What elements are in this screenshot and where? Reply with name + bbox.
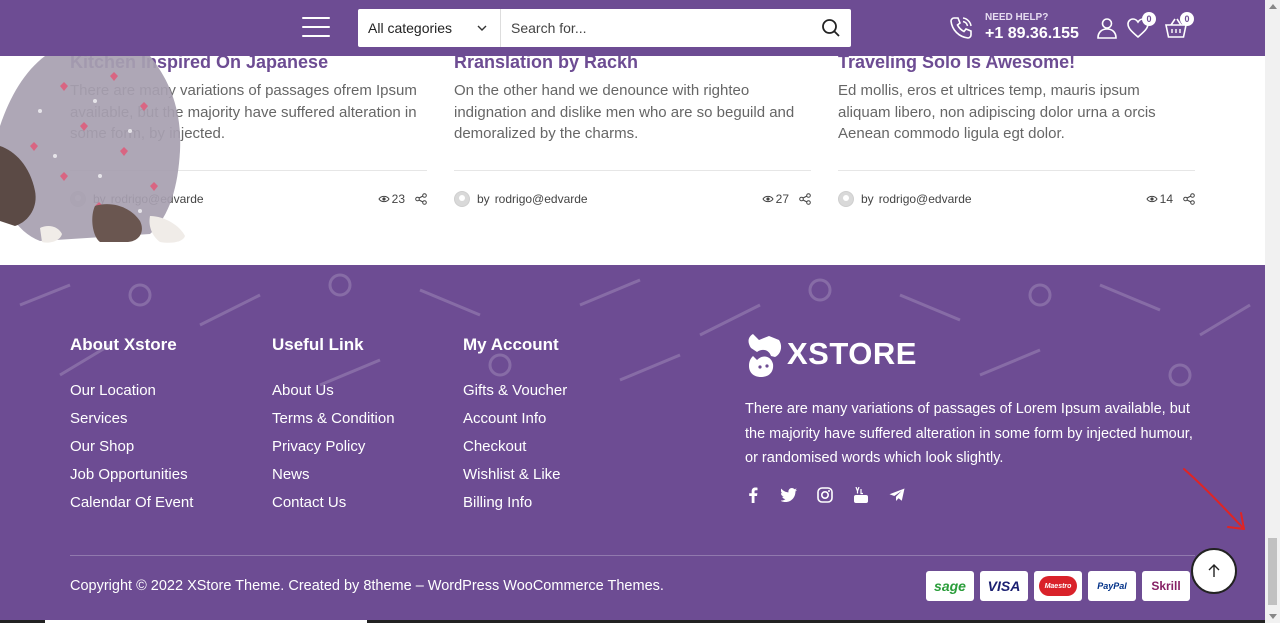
payment-methods: sage VISA Maestro PayPal Skrill [926,571,1196,601]
post-excerpt: On the other hand we denounce with right… [454,82,795,142]
eye-icon [1146,195,1158,202]
wishlist-button[interactable]: 0 [1126,12,1156,40]
sage-payment-logo: sage [926,571,974,601]
footer-link-account-info[interactable]: Account Info [463,405,567,433]
instagram-icon[interactable] [817,487,833,503]
footer-link-services[interactable]: Services [70,405,193,433]
eye-icon [378,195,390,202]
back-to-top-button[interactable] [1191,548,1237,594]
footer-link-job-opportunities[interactable]: Job Opportunities [70,461,193,489]
category-select[interactable]: All categories [358,9,501,47]
by-label: by [861,191,874,206]
category-select-value: All categories [368,20,453,36]
post-stats: 14 [1146,192,1195,206]
wishlist-count-badge: 0 [1142,12,1156,26]
footer-description: There are many variations of passages of… [745,401,1193,466]
footer-heading: Useful Link [272,335,364,354]
user-icon [1097,18,1117,39]
footer-link-about-us[interactable]: About Us [272,377,395,405]
post-stats: 27 [762,192,811,206]
search-bar: All categories [358,9,851,47]
footer-link-our-location[interactable]: Our Location [70,377,193,405]
author-avatar [454,190,470,207]
view-count: 27 [775,191,789,206]
paypal-payment-logo: PayPal [1088,571,1136,601]
post-meta: by rodrigo@edvarde 27 [454,170,811,208]
footer-link-billing-info[interactable]: Billing Info [463,489,567,517]
help-text: NEED HELP? +1 89.36.155 [985,12,1079,44]
footer-heading: About Xstore [70,335,177,354]
dog-in-pajamas-image [0,56,185,243]
chevron-down-icon [477,25,487,31]
footer-link-news[interactable]: News [272,461,395,489]
blog-post: Rranslation by Rackh On the other hand w… [454,50,811,207]
footer-link-privacy[interactable]: Privacy Policy [272,433,395,461]
telegram-icon[interactable] [889,487,905,503]
author-avatar [838,190,854,207]
phone-icon [950,17,972,39]
footer-link-our-shop[interactable]: Our Shop [70,433,193,461]
share-icon[interactable] [415,192,427,205]
brand-name: XSTORE [787,336,917,371]
cart-button[interactable]: 0 [1164,12,1194,40]
phone-number: +1 89.36.155 [985,25,1079,42]
share-icon[interactable] [799,192,811,205]
twitter-icon[interactable] [781,487,797,503]
maestro-payment-logo: Maestro [1034,571,1082,601]
by-label: by [477,191,490,206]
search-button[interactable] [811,9,851,47]
search-icon [822,19,840,37]
footer-link-terms[interactable]: Terms & Condition [272,405,395,433]
scrollbar-thumb[interactable] [1268,538,1277,605]
help-label: NEED HELP? [985,12,1049,23]
eye-icon [762,195,774,202]
cart-count-badge: 0 [1180,12,1194,26]
footer-link-calendar-of-event[interactable]: Calendar Of Event [70,489,193,517]
site-footer: About Xstore Our Location Services Our S… [0,265,1265,623]
footer-col-useful: Useful Link About Us Terms & Condition P… [272,335,395,517]
red-arrow-annotation-icon [1183,468,1245,530]
blog-post: Traveling Solo Is Awesome! Ed mollis, er… [838,50,1195,207]
scroll-up-arrow-icon[interactable] [1269,4,1277,9]
footer-col-account: My Account Gifts & Voucher Account Info … [463,335,567,517]
view-count: 23 [391,191,405,206]
scroll-down-arrow-icon[interactable] [1269,614,1277,619]
footer-divider [70,555,1195,556]
account-button[interactable] [1095,16,1119,40]
visa-payment-logo: VISA [980,571,1028,601]
facebook-icon[interactable] [745,487,761,503]
footer-link-gifts-voucher[interactable]: Gifts & Voucher [463,377,567,405]
youtube-icon[interactable] [853,487,869,503]
footer-col-about: About Xstore Our Location Services Our S… [70,335,193,517]
search-input[interactable] [501,9,811,47]
post-stats: 23 [378,192,427,206]
help-contact[interactable]: NEED HELP? +1 89.36.155 [948,10,1079,46]
view-count: 14 [1159,191,1173,206]
dog-cat-logo-icon [748,334,782,377]
post-author[interactable]: rodrigo@edvarde [879,192,972,206]
social-links [745,487,925,503]
post-excerpt: Ed mollis, eros et ultrices temp, mauris… [838,82,1156,142]
page-scrollbar[interactable] [1265,0,1280,623]
skrill-payment-logo: Skrill [1142,571,1190,601]
arrow-up-icon [1208,564,1220,577]
footer-heading: My Account [463,335,559,354]
post-meta: by rodrigo@edvarde 14 [838,170,1195,208]
maestro-label: Maestro [1039,576,1077,596]
site-header: All categories NEED HELP? +1 89.36.155 0… [0,0,1265,56]
post-author[interactable]: rodrigo@edvarde [495,192,588,206]
footer-brand[interactable]: XSTORE [745,330,917,378]
share-icon[interactable] [1183,192,1195,205]
copyright-text: Copyright © 2022 XStore Theme. Created b… [70,578,664,594]
footer-link-checkout[interactable]: Checkout [463,433,567,461]
footer-link-wishlist[interactable]: Wishlist & Like [463,461,567,489]
footer-link-contact-us[interactable]: Contact Us [272,489,395,517]
menu-hamburger-icon[interactable] [302,17,330,37]
